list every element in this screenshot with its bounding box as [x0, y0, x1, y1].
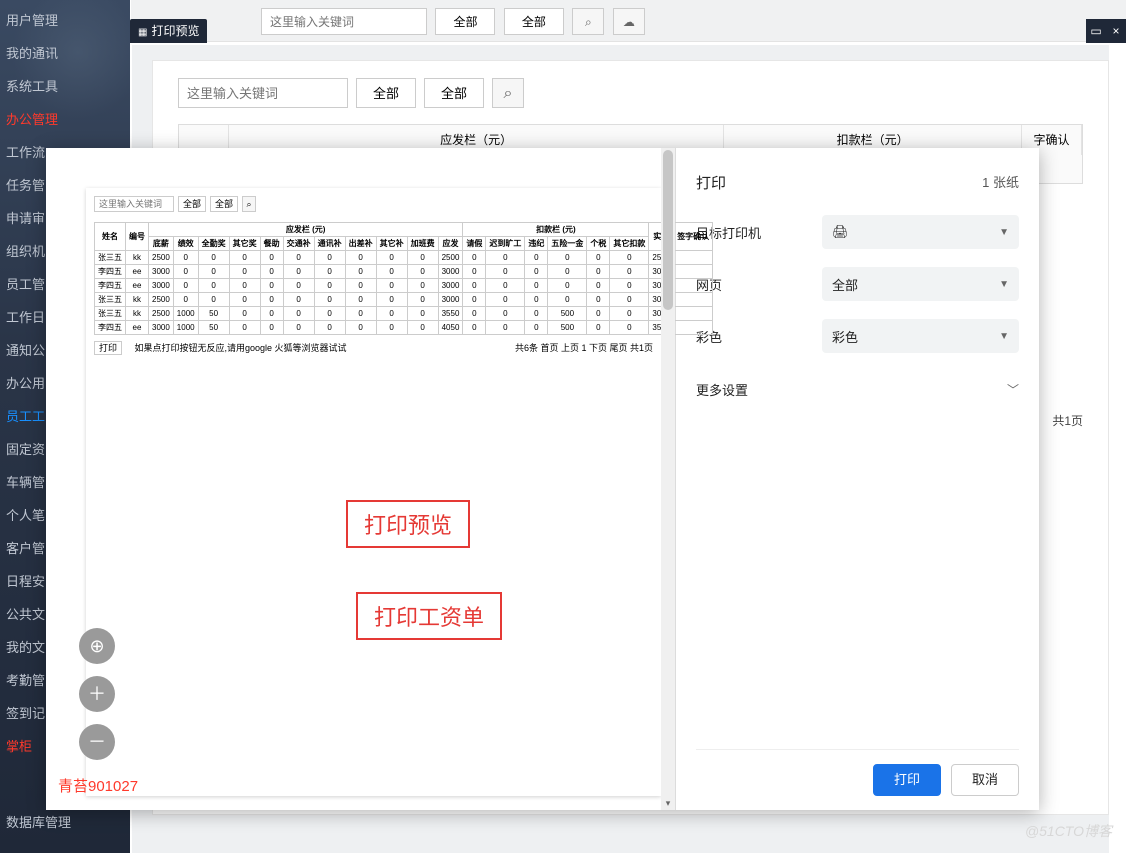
panel-filter-2[interactable]: 全部	[424, 78, 484, 108]
table-row: 李四五ee300010005000000004050000500003550	[95, 321, 713, 335]
settings-row-label: 彩色	[696, 327, 822, 346]
watermark-left: 青苔901027	[58, 775, 138, 796]
table-row: 张三五kk250000000000030000000003000	[95, 293, 713, 307]
dropdown-value: 彩色	[832, 327, 858, 346]
chevron-down-icon: ▼	[999, 279, 1009, 290]
print-button[interactable]: 打印	[873, 764, 941, 796]
salary-table: 姓名编号应发栏 (元)扣款栏 (元)实发签字确认底薪绩效全勤奖其它奖餐助交通补通…	[94, 222, 713, 335]
chevron-down-icon[interactable]: ▾	[661, 796, 675, 810]
settings-dropdown[interactable]: 全部 ▼	[822, 267, 1019, 301]
table-row: 张三五kk250010005000000003550000500003050	[95, 307, 713, 321]
sidebar-item-database[interactable]: 数据库管理	[0, 806, 130, 839]
sidebar-item[interactable]: 用户管理	[0, 4, 130, 37]
mini-pager: 共6条 首页 上页 1 下页 尾页 共1页	[515, 341, 653, 354]
chevron-down-icon: ▼	[999, 331, 1009, 342]
watermark-right: @51CTO博客	[1025, 821, 1112, 841]
dropdown-value: 全部	[832, 275, 858, 294]
zoom-fit-icon[interactable]: ⊕	[79, 628, 115, 664]
top-toolbar: 全部 全部 ⌕ ☁	[131, 0, 1126, 42]
settings-row-label: 网页	[696, 275, 822, 294]
preview-page: 全部 全部 ⌕ 姓名编号应发栏 (元)扣款栏 (元)实发签字确认底薪绩效全勤奖其…	[86, 188, 661, 796]
table-row: 李四五ee300000000000030000000003000	[95, 279, 713, 293]
sidebar-item[interactable]: 办公管理	[0, 103, 130, 136]
mini-print-button[interactable]: 打印	[94, 341, 122, 355]
panel-search-input[interactable]	[178, 78, 348, 108]
preview-filter-2[interactable]: 全部	[210, 196, 238, 212]
table-row: 李四五ee300000000000030000000003000	[95, 265, 713, 279]
settings-dropdown[interactable]: 彩色 ▼	[822, 319, 1019, 353]
more-settings-button[interactable]: 更多设置 ﹀	[696, 371, 1019, 407]
chevron-down-icon: ▼	[999, 227, 1009, 238]
print-settings-pane: 打印 1 张纸 目标打印机🖨▼网页全部▼彩色彩色▼ 更多设置 ﹀ 打印 取消	[676, 148, 1039, 810]
preview-search-input[interactable]	[94, 196, 174, 212]
scrollbar[interactable]: ▾	[661, 148, 675, 810]
sidebar-item[interactable]: 系统工具	[0, 70, 130, 103]
cancel-button[interactable]: 取消	[951, 764, 1019, 796]
zoom-in-icon[interactable]: ＋	[79, 676, 115, 712]
overlay-print-preview: 打印预览	[346, 500, 470, 548]
search-icon[interactable]: ⌕	[572, 8, 604, 35]
top-filter-1[interactable]: 全部	[435, 8, 495, 35]
print-dialog: 全部 全部 ⌕ 姓名编号应发栏 (元)扣款栏 (元)实发签字确认底薪绩效全勤奖其…	[46, 148, 1039, 810]
top-filter-2[interactable]: 全部	[504, 8, 564, 35]
preview-filter-1[interactable]: 全部	[178, 196, 206, 212]
page-count: 1 张纸	[982, 172, 1019, 193]
overlay-print-payslip: 打印工资单	[356, 592, 502, 640]
top-search-input[interactable]	[261, 8, 427, 35]
search-icon[interactable]: ⌕	[242, 196, 256, 212]
settings-row: 网页全部 ▼	[696, 267, 1019, 301]
upload-icon[interactable]: ☁	[613, 8, 645, 35]
settings-row-label: 目标打印机	[696, 223, 822, 242]
settings-dropdown[interactable]: 🖨▼	[822, 215, 1019, 249]
print-preview-pane: 全部 全部 ⌕ 姓名编号应发栏 (元)扣款栏 (元)实发签字确认底薪绩效全勤奖其…	[46, 148, 676, 810]
pager-label: 共1页	[1052, 412, 1083, 429]
settings-row: 彩色彩色 ▼	[696, 319, 1019, 353]
print-hint: 如果点打印按钮无反应,请用google 火狐等浏览器试试	[135, 343, 347, 353]
zoom-out-icon[interactable]: －	[79, 724, 115, 760]
dialog-title: 打印预览	[130, 19, 207, 43]
table-row: 张三五kk250000000000025000000002500	[95, 251, 713, 265]
more-settings-label: 更多设置	[696, 380, 748, 399]
settings-title: 打印	[696, 172, 726, 193]
sidebar-item[interactable]: 我的通讯	[0, 37, 130, 70]
chevron-down-icon: ﹀	[1007, 381, 1019, 398]
minimize-icon[interactable]: ▭	[1086, 19, 1106, 43]
close-icon[interactable]: ×	[1106, 19, 1126, 43]
scrollbar-thumb[interactable]	[663, 150, 673, 310]
settings-row: 目标打印机🖨▼	[696, 215, 1019, 249]
panel-filter-1[interactable]: 全部	[356, 78, 416, 108]
dropdown-value: 🖨	[832, 224, 849, 240]
search-icon[interactable]: ⌕	[492, 78, 524, 108]
